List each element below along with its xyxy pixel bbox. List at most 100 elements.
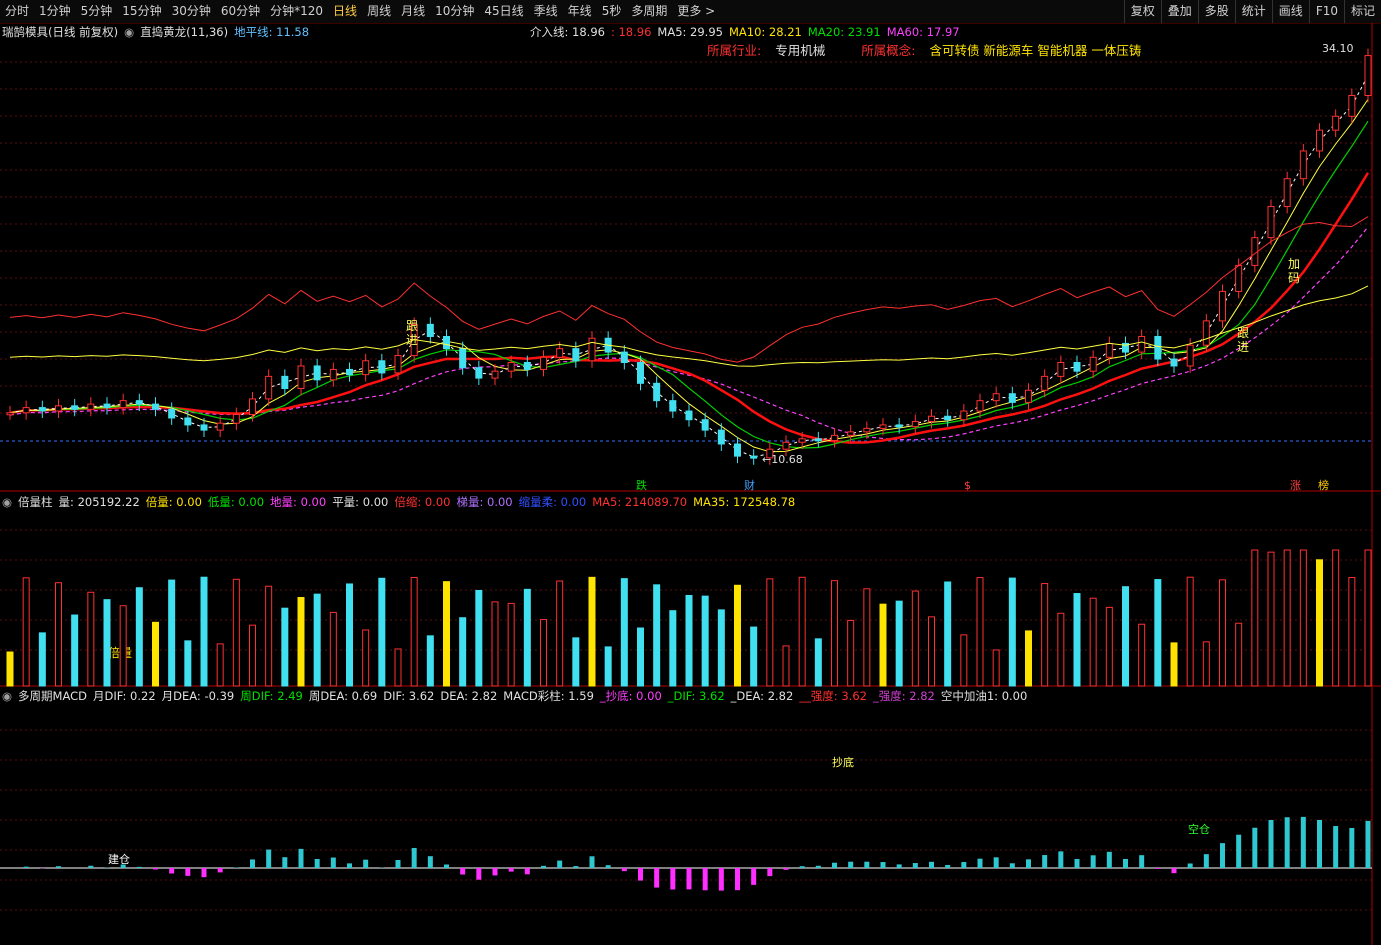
- volume-bar: [637, 627, 644, 687]
- dif2-value: _DIF: 3.62: [667, 689, 725, 703]
- annotation-label: 加: [1288, 257, 1300, 271]
- volume-ma35: MA35: 172548.78: [693, 495, 796, 509]
- candle-body: [1138, 335, 1146, 353]
- indicator-circle-icon[interactable]: ◉: [2, 688, 12, 704]
- candle-body: [750, 455, 758, 459]
- candle-body: [1170, 358, 1178, 367]
- candle-body: [265, 375, 273, 400]
- candle-body: [1008, 393, 1016, 403]
- candle-body: [717, 429, 725, 445]
- volume-bar: [814, 638, 822, 687]
- candle-body: [944, 415, 952, 421]
- volume-bar: [960, 634, 968, 687]
- volume-bar: [297, 597, 305, 687]
- candle-body: [281, 375, 289, 390]
- week-dif: 周DIF: 2.49: [240, 689, 303, 703]
- annotation-label: 码: [1288, 271, 1300, 285]
- candle-body: [297, 365, 305, 390]
- volume-bar: [232, 578, 240, 687]
- candle-body: [313, 365, 321, 381]
- candle-body: [523, 362, 531, 370]
- air-refuel-value: 空中加油1: 0.00: [940, 689, 1028, 703]
- stock-name[interactable]: 瑞鹄模具(日线 前复权): [2, 24, 118, 40]
- volume-bar: [313, 593, 321, 687]
- candle-body: [863, 427, 871, 433]
- volume-bar: [443, 581, 450, 687]
- candle-body: [1235, 264, 1243, 292]
- volume-bar: [944, 581, 952, 687]
- volume-bar: [22, 577, 30, 687]
- candle-body: [135, 400, 143, 405]
- volume-bar: [459, 617, 467, 687]
- volume-bar: [87, 591, 95, 687]
- bottom-value: _抄底: 0.00: [599, 689, 662, 703]
- industry-value[interactable]: 专用机械: [775, 43, 825, 59]
- volume-bar: [491, 601, 499, 687]
- volume-bar: [1219, 579, 1226, 687]
- candle-body: [1316, 129, 1323, 152]
- candle-body: [895, 424, 903, 428]
- volume-bar: [572, 637, 580, 687]
- dea2-value: _DEA: 2.82: [730, 689, 794, 703]
- event-marker: 榜: [1318, 478, 1329, 492]
- volume-value: 量: 205192.22: [58, 495, 140, 509]
- candle-body: [491, 370, 499, 379]
- indicator-name[interactable]: 直捣黄龙(11,36): [140, 24, 228, 40]
- candle-body: [475, 367, 483, 379]
- volume-bar: [1041, 583, 1049, 687]
- concept-label: 所属概念:: [861, 43, 916, 58]
- candle-body: [1186, 344, 1194, 367]
- candle-body: [620, 351, 628, 363]
- candle-body: [911, 420, 919, 428]
- baseline-label: 地平线: 11.58: [234, 25, 310, 39]
- volume-indicator-name[interactable]: 倍量柱: [18, 494, 53, 510]
- volume-bar: [426, 635, 434, 687]
- concept-value[interactable]: 含可转债 新能源车 智能机器 一体压铸: [929, 43, 1141, 59]
- ma-red-line: [9, 172, 1370, 444]
- candle-body: [1348, 94, 1356, 117]
- volume-bar: [119, 605, 127, 687]
- volume-info-bar: ◉ 倍量柱 量: 205192.22 倍量: 0.00 低量: 0.00 地量:…: [0, 494, 795, 510]
- volume-bar: [1008, 577, 1016, 687]
- candle-body: [814, 438, 822, 442]
- ma10-line: [9, 99, 1369, 453]
- volume-bar: [1025, 630, 1032, 687]
- macd-indicator-name[interactable]: 多周期MACD: [18, 688, 87, 704]
- volume-bar: [152, 621, 159, 687]
- volume-bar: [216, 643, 224, 687]
- dif-value: DIF: 3.62: [383, 689, 435, 703]
- volume-bar: [911, 590, 919, 687]
- industry-bar: 所属行业: 专用机械 所属概念: 含可转债 新能源车 智能机器 一体压铸: [705, 43, 1141, 59]
- volume-bar: [895, 600, 903, 687]
- candle-body: [831, 434, 838, 442]
- volume-bar: [863, 588, 871, 687]
- volume-bar: [523, 588, 531, 687]
- volume-bar: [1283, 549, 1291, 687]
- macd-dif-line: [9, 216, 1369, 363]
- volume-bar: [879, 603, 887, 687]
- candle-body: [798, 438, 806, 443]
- macd-info-bar: ◉ 多周期MACD 月DIF: 0.22 月DEA: -0.39 周DIF: 2…: [0, 688, 1027, 704]
- candle-body: [1041, 375, 1049, 391]
- stock-chart[interactable]: 34.10←10.68跟进跟进加码跌财$涨榜倍量建仓抄底空仓: [0, 0, 1381, 945]
- volume-bar: [103, 599, 111, 687]
- volume-bar: [1202, 641, 1210, 687]
- main-info-bar: 瑞鹄模具(日线 前复权) ◉ 直捣黄龙(11,36) 地平线: 11.58: [0, 24, 309, 40]
- candle-body: [540, 356, 547, 370]
- volume-bar: [992, 649, 1000, 687]
- candle-body: [1105, 342, 1113, 358]
- macd-annotation: 建仓: [108, 852, 130, 866]
- candle-body: [1089, 356, 1097, 372]
- strength-value: _强度: 2.82: [872, 689, 935, 703]
- entry-line-label: 介入线: 18.96: [530, 25, 605, 39]
- ma5-line: [9, 75, 1369, 458]
- candle-body: [200, 424, 208, 431]
- candle-body: [588, 337, 596, 362]
- indicator-circle-icon[interactable]: ◉: [124, 24, 134, 40]
- volume-bar: [265, 585, 273, 687]
- indicator-circle-icon[interactable]: ◉: [2, 494, 12, 510]
- volume-bar: [1154, 579, 1162, 687]
- candle-body: [847, 431, 855, 436]
- candle-body: [1219, 290, 1226, 322]
- volume-bar: [556, 580, 564, 687]
